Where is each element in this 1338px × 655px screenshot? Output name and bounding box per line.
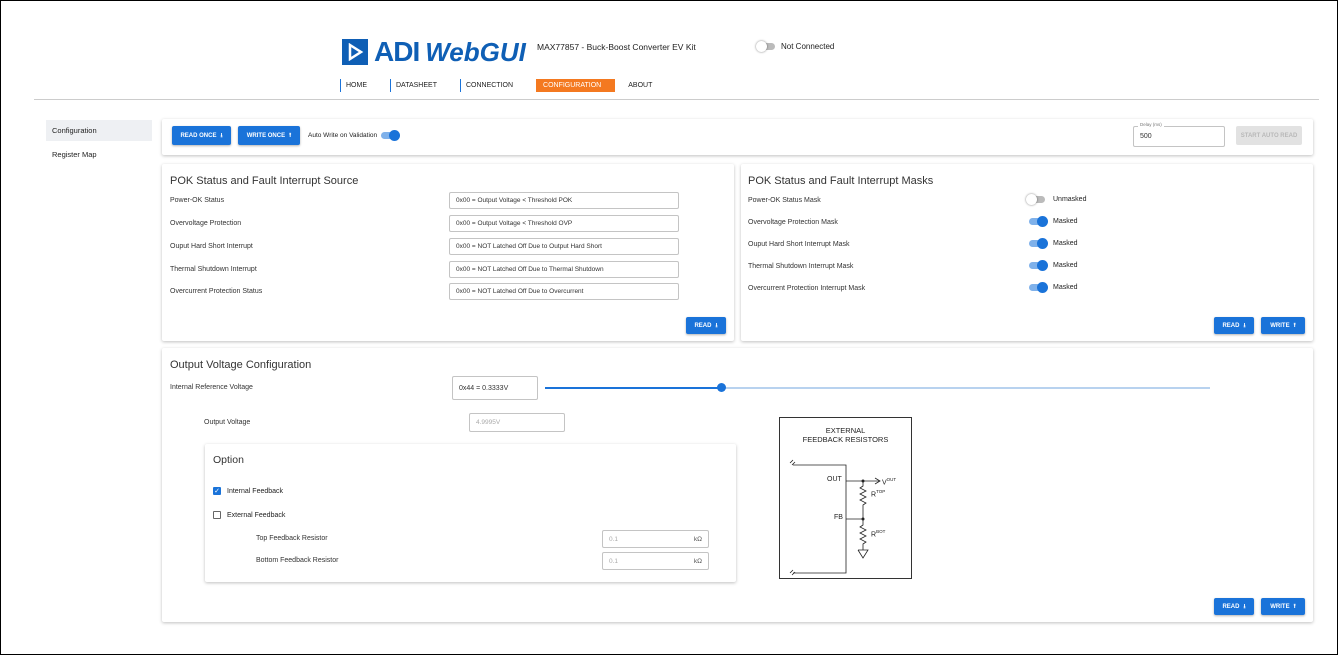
mask-label: Overvoltage Protection Mask [748, 219, 838, 226]
external-feedback-diagram: EXTERNAL FEEDBACK RESISTORS OUT FB VOUT … [779, 417, 912, 579]
nav-connection[interactable]: CONNECTION [459, 79, 522, 92]
logo-webgui: WebGUI [425, 36, 526, 67]
mask-label: Ouput Hard Short Interrupt Mask [748, 241, 850, 248]
nav-home[interactable]: HOME [340, 79, 376, 92]
pok-source-read-button[interactable]: READ ⭳ [686, 317, 726, 334]
output-voltage-field: 4.9995V [469, 413, 565, 432]
connection-toggle[interactable]: Not Connected [756, 41, 835, 52]
pok-source-label: Power-OK Status [170, 197, 225, 204]
output-hard-short-field: 0x00 = NOT Latched Off Due to Output Har… [449, 238, 679, 255]
output-voltage-title: Output Voltage Configuration [170, 359, 312, 371]
pok-masks-read-button[interactable]: READ ⭳ [1214, 317, 1254, 334]
connection-switch[interactable] [756, 41, 775, 52]
write-once-button[interactable]: WRITE ONCE ⭱ [238, 126, 300, 145]
mask-label: Overcurrent Protection Interrupt Mask [748, 285, 866, 292]
external-feedback-checkbox[interactable]: External Feedback [213, 511, 285, 519]
pok-masks-title: POK Status and Fault Interrupt Masks [748, 175, 934, 187]
sidebar-item-configuration[interactable]: Configuration [46, 120, 152, 141]
adi-triangle-icon [342, 39, 368, 65]
pok-source-label: Overvoltage Protection [170, 220, 242, 227]
logo-adi: ADI [374, 36, 420, 67]
fb-pin-label: FB [834, 514, 843, 521]
output-voltage-read-button[interactable]: READ ⭳ [1214, 598, 1254, 615]
overvoltage-mask-toggle[interactable]: Masked [1029, 216, 1078, 227]
connection-status: Not Connected [781, 42, 835, 51]
kit-title: MAX77857 - Buck-Boost Converter EV Kit [537, 42, 696, 52]
pok-source-label: Overcurrent Protection Status [170, 288, 263, 295]
rbot-label: RBOT [871, 529, 886, 539]
pok-source-title: POK Status and Fault Interrupt Source [170, 175, 359, 187]
adi-webgui-logo: ADI WebGUI [342, 36, 526, 68]
power-ok-status-field: 0x00 = Output Voltage < Threshold POK [449, 192, 679, 209]
top-resistor-input[interactable]: 0.1 kΩ [602, 530, 709, 548]
read-once-button[interactable]: READ ONCE ⭳ [172, 126, 231, 145]
ref-voltage-slider[interactable] [545, 383, 1210, 393]
start-auto-read-button[interactable]: START AUTO READ [1236, 126, 1302, 145]
upload-icon: ⭱ [1293, 322, 1296, 329]
nav-configuration[interactable]: CONFIGURATION [536, 79, 616, 92]
overcurrent-mask-toggle[interactable]: Masked [1029, 282, 1078, 293]
nav-datasheet[interactable]: DATASHEET [390, 79, 446, 92]
download-icon: ⭳ [1243, 603, 1246, 610]
slider-thumb[interactable] [717, 383, 727, 392]
internal-feedback-checkbox[interactable]: ✓ Internal Feedback [213, 487, 283, 495]
checkbox-empty-icon [213, 511, 221, 519]
pok-source-label: Ouput Hard Short Interrupt [170, 243, 253, 250]
sidebar-item-register-map[interactable]: Register Map [52, 150, 97, 159]
mask-label: Thermal Shutdown Interrupt Mask [748, 263, 854, 270]
auto-write-switch[interactable] [381, 130, 401, 141]
nav-about[interactable]: ABOUT [623, 79, 661, 92]
vout-label: VOUT [882, 477, 897, 487]
overcurrent-status-field: 0x00 = NOT Latched Off Due to Overcurren… [449, 283, 679, 300]
overvoltage-protection-field: 0x00 = Output Voltage < Threshold OVP [449, 215, 679, 232]
option-title: Option [213, 454, 244, 466]
main-nav: HOME DATASHEET CONNECTION CONFIGURATION … [340, 79, 675, 92]
checkbox-checked-icon: ✓ [213, 487, 221, 495]
upload-icon: ⭱ [289, 132, 292, 139]
output-voltage-write-button[interactable]: WRITE ⭱ [1261, 598, 1305, 615]
auto-write-label: Auto Write on Validation [308, 132, 378, 139]
thermal-shutdown-field: 0x00 = NOT Latched Off Due to Thermal Sh… [449, 261, 679, 278]
pok-masks-write-button[interactable]: WRITE ⭱ [1261, 317, 1305, 334]
slider-fill [545, 387, 722, 389]
bottom-resistor-label: Bottom Feedback Resistor [256, 557, 339, 564]
delay-input[interactable]: 500 [1133, 126, 1225, 147]
ref-voltage-label: Internal Reference Voltage [170, 384, 253, 391]
output-voltage-label: Output Voltage [204, 419, 251, 426]
header-divider [34, 99, 1319, 100]
mask-label: Power-OK Status Mask [748, 197, 821, 204]
download-icon: ⭳ [1243, 322, 1246, 329]
ref-voltage-field[interactable]: 0x44 = 0.3333V [452, 376, 538, 400]
download-icon: ⭳ [715, 322, 718, 329]
pok-masks-card [741, 164, 1313, 341]
top-resistor-label: Top Feedback Resistor [256, 535, 328, 542]
download-icon: ⭳ [220, 132, 223, 139]
thermal-shutdown-mask-toggle[interactable]: Masked [1029, 260, 1078, 271]
pok-source-label: Thermal Shutdown Interrupt [170, 266, 257, 273]
rtop-label: RTOP [871, 489, 886, 499]
out-pin-label: OUT [827, 476, 842, 483]
hard-short-mask-toggle[interactable]: Masked [1029, 238, 1078, 249]
delay-label: Delay (ms) [1138, 122, 1164, 127]
upload-icon: ⭱ [1293, 603, 1296, 610]
bottom-resistor-input[interactable]: 0.1 kΩ [602, 552, 709, 570]
auto-write-toggle[interactable]: Auto Write on Validation [308, 130, 401, 141]
power-ok-mask-toggle[interactable]: Unmasked [1026, 194, 1086, 205]
